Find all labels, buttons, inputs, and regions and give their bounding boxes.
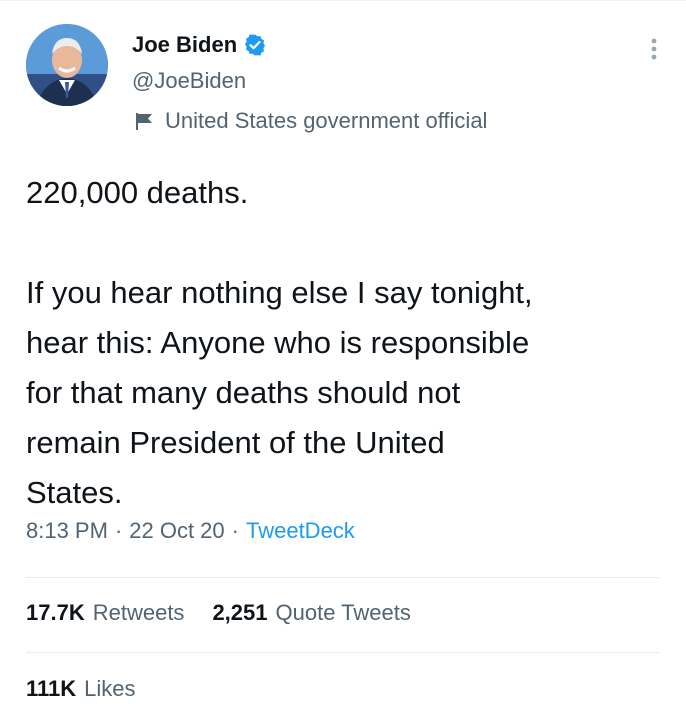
tweet-date[interactable]: 22 Oct 20: [129, 518, 224, 544]
avatar-image: [26, 24, 108, 106]
author-handle[interactable]: @JoeBiden: [132, 68, 246, 94]
retweets-stat[interactable]: 17.7K Retweets: [26, 600, 184, 626]
avatar[interactable]: [26, 24, 108, 106]
government-label-text: United States government official: [165, 108, 488, 133]
meta-separator: ·: [231, 518, 239, 543]
author-name-row[interactable]: Joe Biden: [132, 30, 267, 60]
verified-badge-icon: [243, 33, 267, 57]
tweet-meta: 8:13 PM · 22 Oct 20 · TweetDeck: [26, 518, 355, 544]
more-vertical-icon[interactable]: [644, 36, 664, 66]
likes-stat[interactable]: 111K Likes: [26, 676, 136, 702]
engagement-row-2: 111K Likes: [26, 676, 164, 702]
quote-tweets-label: Quote Tweets: [275, 600, 411, 625]
tweet-text-line: States.: [26, 475, 123, 510]
tweet-text: 220,000 deaths. If you hear nothing else…: [26, 168, 666, 518]
divider: [26, 652, 660, 653]
author-name[interactable]: Joe Biden: [132, 32, 237, 58]
tweet-text-line: remain President of the United: [26, 425, 445, 460]
likes-count: 111K: [26, 676, 77, 701]
tweet-text-line: If you hear nothing else I say tonight,: [26, 275, 533, 310]
divider: [26, 577, 660, 578]
likes-label: Likes: [84, 676, 136, 701]
retweets-count: 17.7K: [26, 600, 85, 625]
quote-tweets-stat[interactable]: 2,251 Quote Tweets: [212, 600, 410, 626]
tweet-time[interactable]: 8:13 PM: [26, 518, 108, 544]
tweet-source-link[interactable]: TweetDeck: [246, 518, 355, 544]
engagement-row-1: 17.7K Retweets 2,251 Quote Tweets: [26, 600, 439, 626]
tweet-text-line: hear this: Anyone who is responsible: [26, 325, 530, 360]
quote-tweets-count: 2,251: [212, 600, 268, 625]
meta-separator: ·: [114, 518, 123, 543]
flag-icon: [133, 110, 155, 132]
top-border: [0, 0, 686, 1]
tweet-text-line: for that many deaths should not: [26, 375, 461, 410]
retweets-label: Retweets: [92, 600, 185, 625]
tweet-text-line: 220,000 deaths.: [26, 175, 249, 210]
government-label[interactable]: United States government official: [133, 108, 487, 134]
